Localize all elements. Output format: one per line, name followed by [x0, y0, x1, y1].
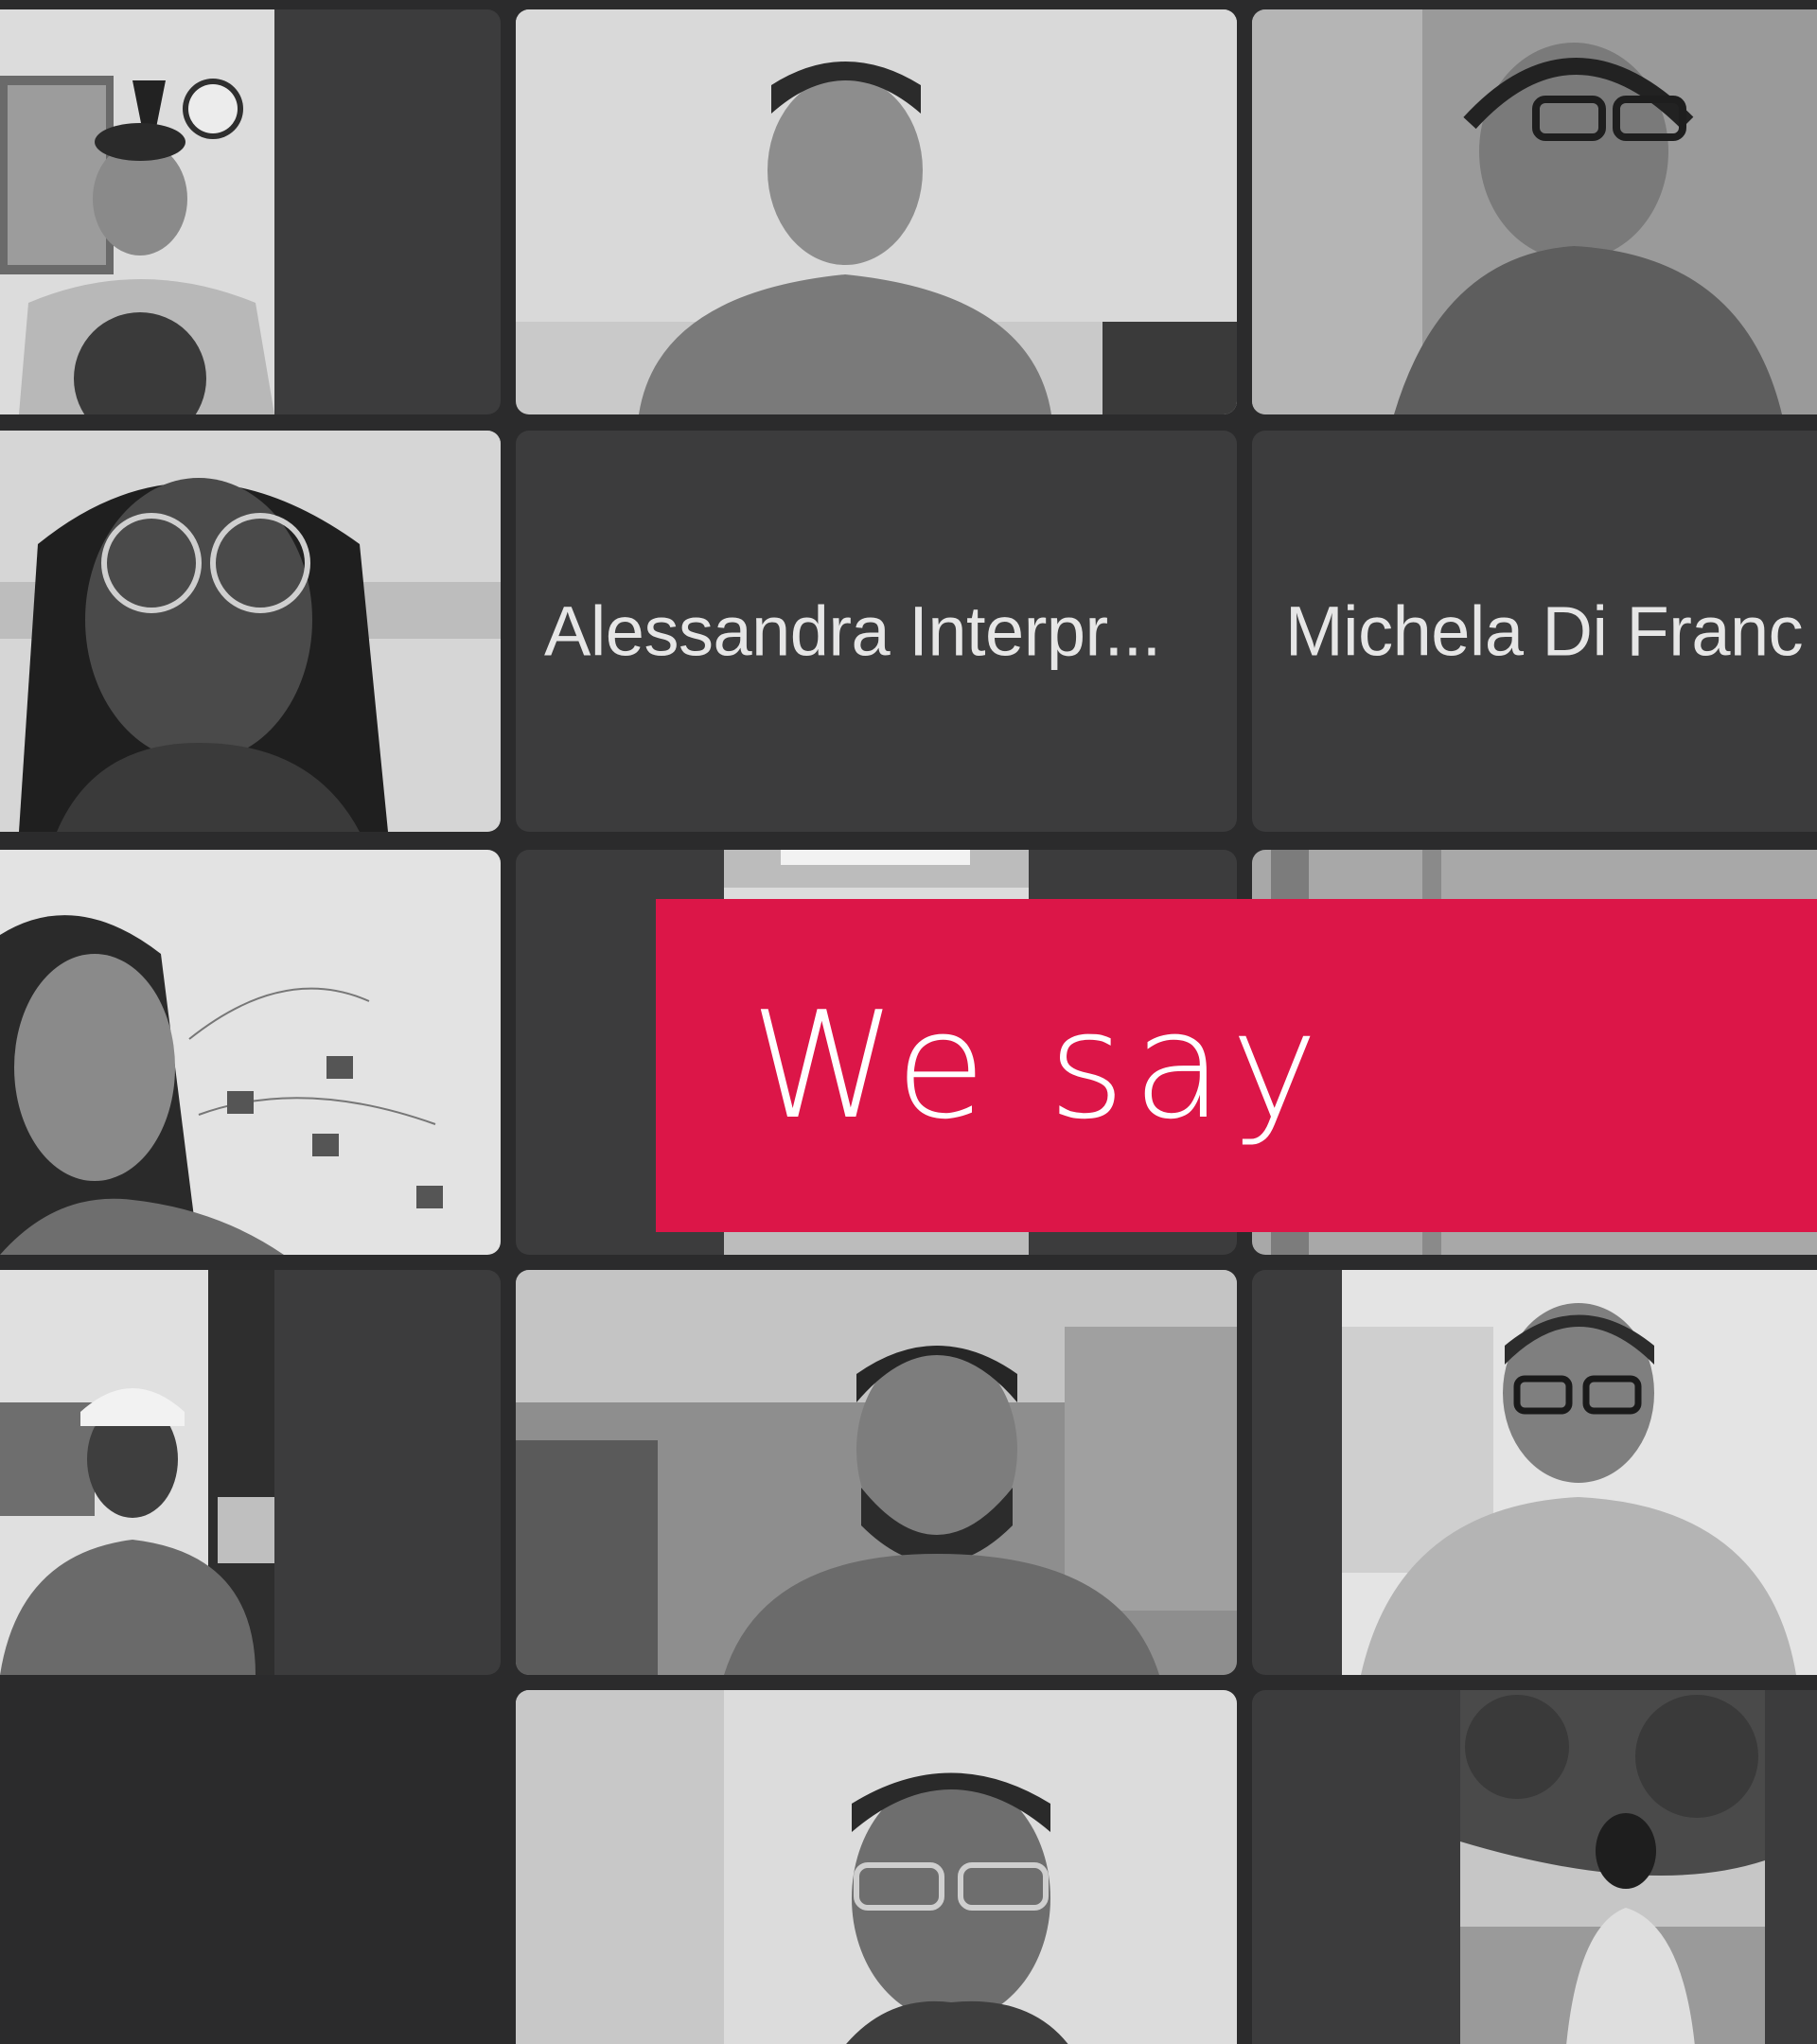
participant-tile-p3[interactable] [1252, 9, 1817, 414]
caption-text: We say [750, 979, 1326, 1152]
participant-video-p11 [516, 1270, 1237, 1675]
video-call-gallery: Alessandra Interpr... Michela Di Franc W… [0, 0, 1817, 2044]
caption-banner: We say [656, 899, 1817, 1232]
participant-tile-p4[interactable] [0, 431, 501, 832]
participant-tile-p12[interactable] [1252, 1270, 1817, 1675]
participant-tile-p14[interactable] [1252, 1690, 1817, 2044]
participant-tile-p1[interactable] [0, 9, 501, 414]
participant-video-p1 [0, 9, 274, 414]
participant-video-p4 [0, 431, 501, 832]
participant-tile-p10[interactable] [0, 1270, 501, 1675]
participant-name-p5: Alessandra Interpr... [544, 591, 1161, 671]
participant-tile-p13[interactable] [516, 1690, 1237, 2044]
participant-tile-p5[interactable]: Alessandra Interpr... [516, 431, 1237, 832]
participant-tile-p11[interactable] [516, 1270, 1237, 1675]
participant-tile-p7[interactable] [0, 850, 501, 1255]
participant-name-p6: Michela Di Franc [1285, 591, 1804, 671]
participant-tile-p2[interactable] [516, 9, 1237, 414]
participant-video-p12 [1342, 1270, 1817, 1675]
participant-video-p14 [1460, 1690, 1765, 2044]
participant-video-p3 [1252, 9, 1817, 414]
participant-tile-p6[interactable]: Michela Di Franc [1252, 431, 1817, 832]
participant-video-p2 [516, 9, 1237, 414]
participant-video-p7 [0, 850, 501, 1255]
participant-video-p10 [0, 1270, 274, 1675]
participant-video-p13 [516, 1690, 1237, 2044]
